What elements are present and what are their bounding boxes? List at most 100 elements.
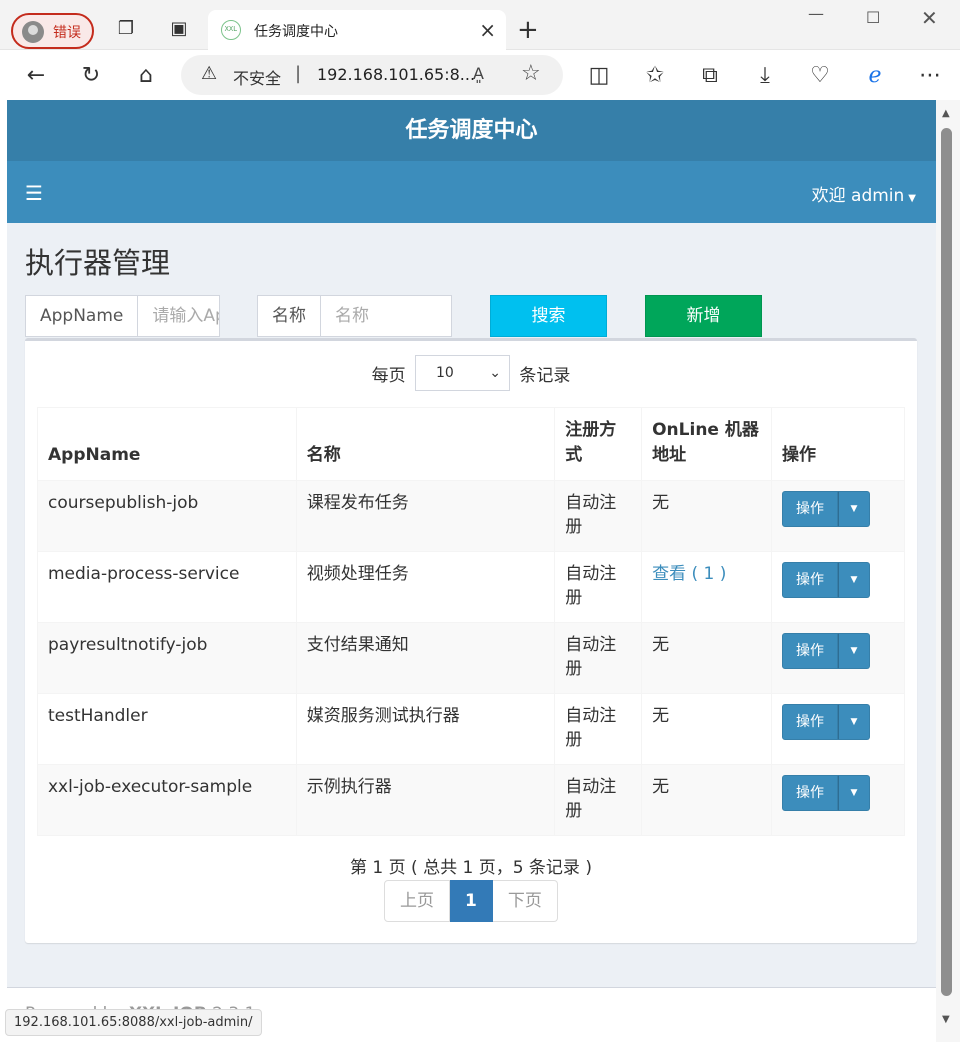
action-button[interactable]: 操作 [782,491,838,527]
column-header-title[interactable]: 名称 [295,407,556,481]
action-button[interactable]: 操作 [782,704,838,740]
favorite-star-icon[interactable]: ☆ [521,61,541,86]
cell-addr-type: 自动注册 [554,622,643,694]
browser-toolbar: ← ↻ ⌂ ⚠ 不安全 | 192.168.101.65:8... A͈ ☆ ◫… [0,50,960,100]
page-length-control: 每页 10 ⌄ 条记录 [25,355,917,391]
cell-title: 媒资服务测试执行器 [295,693,556,765]
collections-icon[interactable]: ⧉ [696,62,724,90]
cell-title: 支付结果通知 [295,622,556,694]
view-online-link[interactable]: 查看 ( 1 ) [652,564,726,584]
cell-online: 无 [641,764,772,836]
cell-action: 操作 ▼ [771,551,905,623]
column-header-appname[interactable]: AppName [37,407,297,481]
next-page-button[interactable]: 下页 [492,880,558,922]
address-bar[interactable]: ⚠ 不安全 | 192.168.101.65:8... A͈ ☆ [181,55,563,95]
url-text: 192.168.101.65:8... [317,65,476,84]
cell-action: 操作 ▼ [771,693,905,765]
cell-addr-type: 自动注册 [554,480,643,552]
read-aloud-icon[interactable]: A͈ [473,64,484,83]
action-button[interactable]: 操作 [782,633,838,669]
action-dropdown-caret-icon[interactable]: ▼ [838,562,870,598]
column-header-action: 操作 [771,407,905,481]
close-window-icon[interactable]: ✕ [921,6,938,30]
user-menu[interactable]: 欢迎 admin ▼ [812,181,916,206]
action-button-group: 操作 ▼ [782,633,870,669]
cell-title: 课程发布任务 [295,480,556,552]
top-navbar: ☰ 欢迎 admin ▼ [7,161,936,223]
favorites-icon[interactable]: ✩ [641,62,669,90]
home-icon[interactable]: ⌂ [132,62,160,90]
add-button[interactable]: 新增 [645,295,762,337]
profile-button[interactable]: 错误 [11,13,94,49]
name-input[interactable]: 名称 [321,296,451,336]
minimize-icon[interactable]: — [808,4,824,23]
executor-table: AppName 名称 注册方式 OnLine 机器地址 操作 coursepub… [37,407,905,836]
table-row: coursepublish-job 课程发布任务 自动注册 无 操作 ▼ [37,480,905,552]
workspaces-icon[interactable]: ❐ [115,18,137,40]
action-button[interactable]: 操作 [782,775,838,811]
cell-appname: coursepublish-job [37,480,297,552]
action-dropdown-caret-icon[interactable]: ▼ [838,704,870,740]
page-length-value: 10 [436,365,454,381]
page-scrollbar[interactable]: ▲ ▼ [936,100,960,1042]
column-header-online[interactable]: OnLine 机器地址 [641,407,772,481]
cell-action: 操作 ▼ [771,764,905,836]
scroll-down-icon[interactable]: ▼ [942,1014,950,1025]
profile-label: 错误 [53,25,81,41]
page-length-select[interactable]: 10 ⌄ [415,355,510,391]
browser-tab-active[interactable]: XXL 任务调度中心 × [208,10,506,50]
table-row: media-process-service 视频处理任务 自动注册 查看 ( 1… [37,551,905,623]
tab-title: 任务调度中心 [254,24,338,40]
action-button-group: 操作 ▼ [782,775,870,811]
cell-online: 无 [641,480,772,552]
length-prefix: 每页 [371,365,406,386]
column-header-addr-type[interactable]: 注册方式 [554,407,643,481]
table-row: xxl-job-executor-sample 示例执行器 自动注册 无 操作 ▼ [37,764,905,836]
action-dropdown-caret-icon[interactable]: ▼ [838,633,870,669]
xxl-favicon-icon: XXL [221,20,241,40]
maximize-icon[interactable]: ☐ [866,8,880,27]
page-1-button[interactable]: 1 [450,880,493,922]
split-screen-icon[interactable]: ◫ [585,62,613,90]
table-header-row: AppName 名称 注册方式 OnLine 机器地址 操作 [37,407,905,481]
welcome-text: 欢迎 admin [811,186,905,206]
search-button[interactable]: 搜索 [490,295,607,337]
sidebar-toggle-icon[interactable]: ☰ [25,181,43,205]
cell-online: 查看 ( 1 ) [641,551,772,623]
scrollbar-thumb[interactable] [941,128,952,996]
ie-mode-icon[interactable]: ℯ [861,62,889,90]
table-row: testHandler 媒资服务测试执行器 自动注册 无 操作 ▼ [37,693,905,765]
action-dropdown-caret-icon[interactable]: ▼ [838,491,870,527]
page-title: 执行器管理 [25,246,171,280]
cell-action: 操作 ▼ [771,622,905,694]
action-dropdown-caret-icon[interactable]: ▼ [838,775,870,811]
table-row: payresultnotify-job 支付结果通知 自动注册 无 操作 ▼ [37,622,905,694]
chevron-down-icon: ⌄ [489,365,501,381]
appname-input[interactable]: 请输入AppName [138,296,219,336]
prev-page-button[interactable]: 上页 [384,880,450,922]
appname-filter-label: AppName [26,296,139,336]
action-button-group: 操作 ▼ [782,562,870,598]
action-button-group: 操作 ▼ [782,704,870,740]
status-url-tooltip: 192.168.101.65:8088/xxl-job-admin/ [5,1009,262,1036]
table-info: 第 1 页 ( 总共 1 页，5 条记录 ) [350,858,592,878]
tab-actions-icon[interactable]: ▣ [168,18,190,40]
web-page: 任务调度中心 ☰ 欢迎 admin▼ 执行器管理 AppName 请输入AppN… [7,100,936,1042]
browser-essentials-icon[interactable]: ♡ [806,62,834,90]
name-filter-label: 名称 [258,296,321,336]
scroll-up-icon[interactable]: ▲ [942,108,950,119]
insecure-label: 不安全 [233,69,282,88]
more-menu-icon[interactable]: ⋯ [916,62,944,90]
cell-online: 无 [641,622,772,694]
downloads-icon[interactable]: ⤓ [751,62,779,90]
cell-appname: payresultnotify-job [37,622,297,694]
length-suffix: 条记录 [519,365,571,386]
warning-icon: ⚠ [201,63,218,84]
new-tab-icon[interactable]: + [517,17,539,43]
refresh-icon[interactable]: ↻ [77,62,105,90]
cell-online: 无 [641,693,772,765]
tab-close-icon[interactable]: × [479,18,496,42]
app-logo[interactable]: 任务调度中心 [7,100,936,161]
action-button[interactable]: 操作 [782,562,838,598]
back-icon[interactable]: ← [22,62,50,90]
